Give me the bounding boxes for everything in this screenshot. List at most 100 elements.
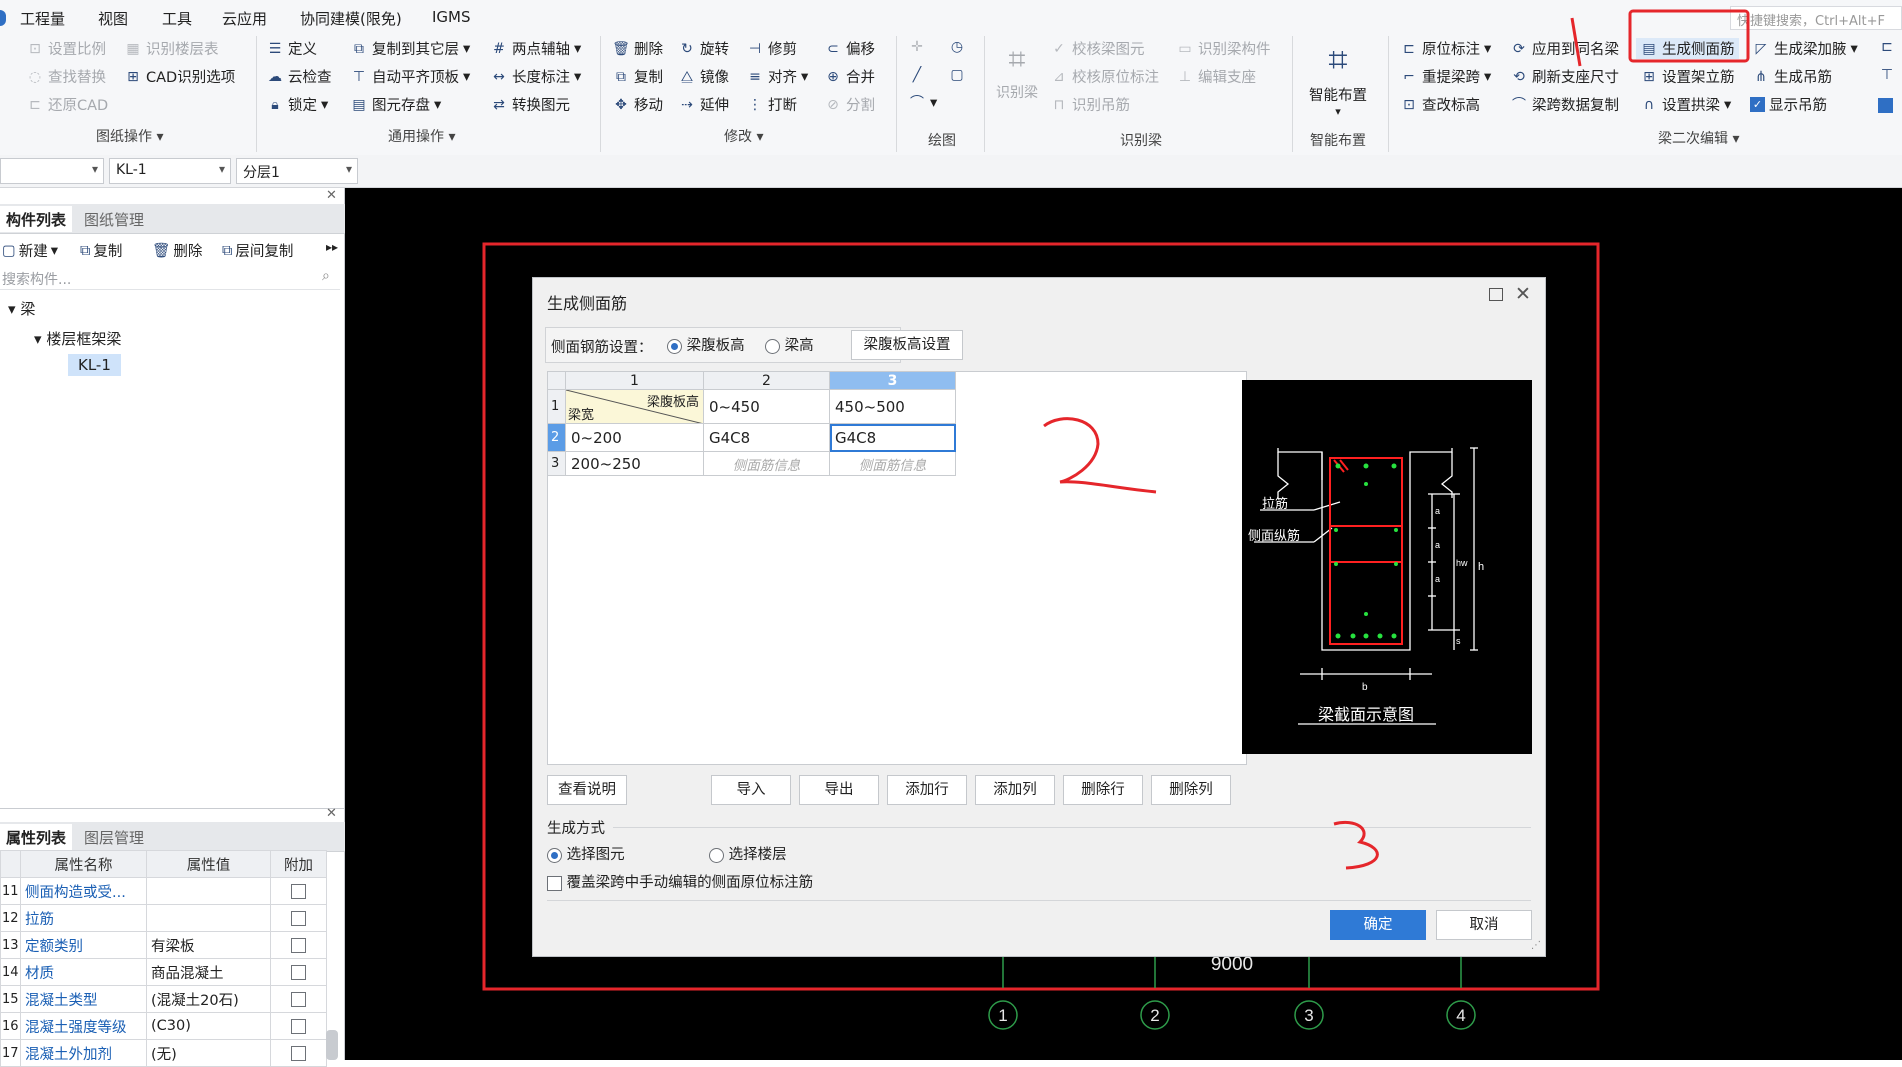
convert-element-button[interactable]: ⇄ 转换图元: [490, 94, 570, 115]
property-value[interactable]: 商品混凝土: [146, 958, 271, 986]
add-column-button[interactable]: 添加列: [975, 775, 1055, 805]
width-range-cell[interactable]: 200~250: [565, 451, 704, 476]
set-erection-rebar-button[interactable]: ⊞ 设置架立筋: [1640, 66, 1734, 87]
menu-quantity[interactable]: 工程量: [20, 8, 65, 29]
set-scale-button[interactable]: ⊡ 设置比例: [26, 38, 106, 59]
save-element-button[interactable]: ▤ 图元存盘 ▾: [350, 94, 441, 115]
circle-tool[interactable]: ◷: [948, 38, 966, 56]
property-scrollbar[interactable]: [326, 1030, 338, 1060]
resize-grip-icon[interactable]: ⋰: [1531, 940, 1541, 951]
property-value[interactable]: [146, 877, 271, 905]
two-point-axis-button[interactable]: # 两点辅轴 ▾: [490, 38, 581, 59]
menu-cloud[interactable]: 云应用: [222, 8, 267, 29]
tab-property-list[interactable]: 属性列表: [0, 824, 73, 850]
overflow-checkbox[interactable]: [1878, 98, 1893, 113]
tab-drawing-manage[interactable]: 图纸管理: [78, 206, 150, 232]
lock-button[interactable]: 🔒︎ 锁定 ▾: [266, 94, 328, 115]
radio-web-height[interactable]: 梁腹板高: [667, 334, 745, 355]
find-replace-button[interactable]: ◌ 查找替换: [26, 66, 106, 87]
attach-checkbox[interactable]: [291, 937, 306, 953]
add-row-button[interactable]: 添加行: [887, 775, 967, 805]
property-value[interactable]: [146, 904, 271, 932]
delete-column-button[interactable]: 删除列: [1151, 775, 1231, 805]
rebar-cell[interactable]: G4C8: [703, 423, 830, 452]
in-situ-annotation-button[interactable]: ⊏ 原位标注 ▾: [1400, 38, 1491, 59]
merge-button[interactable]: ⊕ 合并: [824, 66, 875, 87]
table-row[interactable]: 13 定额类别 有梁板: [0, 931, 327, 959]
identify-beam-button[interactable]: ⌗ 识别梁: [994, 38, 1040, 102]
rebar-cell[interactable]: G4C8: [829, 423, 956, 452]
menu-collab[interactable]: 协同建模(限免): [300, 8, 402, 29]
overflow-tool-2[interactable]: ⊤: [1878, 66, 1896, 84]
attach-checkbox[interactable]: [291, 883, 306, 899]
rebar-cell[interactable]: 侧面筋信息: [703, 451, 830, 476]
identify-beam-member-button[interactable]: ▭ 识别梁构件: [1176, 38, 1270, 59]
span-data-copy-button[interactable]: ⌒ 梁跨数据复制: [1510, 94, 1619, 115]
copy-button[interactable]: ⧉ 复制: [612, 66, 663, 87]
menu-igms[interactable]: IGMS: [432, 8, 471, 26]
cad-options-button[interactable]: ⊞ CAD识别选项: [124, 66, 235, 87]
mirror-button[interactable]: ⧋ 镜像: [678, 66, 729, 87]
maximize-icon[interactable]: [1489, 288, 1503, 301]
app-icon[interactable]: [0, 10, 6, 26]
identify-floor-table-button[interactable]: ▦ 识别楼层表: [124, 38, 218, 59]
menu-tools[interactable]: 工具: [162, 8, 192, 29]
table-row[interactable]: 17 混凝土外加剂 (无): [0, 1039, 327, 1067]
attach-checkbox[interactable]: [291, 991, 306, 1007]
property-name[interactable]: 材质: [20, 958, 147, 986]
smart-layout-button[interactable]: ⌗ 智能布置 ▾: [1300, 36, 1376, 118]
attach-checkbox[interactable]: [291, 1045, 306, 1061]
rebar-cell[interactable]: 侧面筋信息: [829, 451, 956, 476]
show-hanger-checkbox[interactable]: ✓ 显示吊筋: [1750, 94, 1827, 115]
generate-side-rebar-button[interactable]: ▤ 生成侧面筋: [1636, 38, 1739, 59]
generate-haunch-button[interactable]: ◸ 生成梁加腋 ▾: [1752, 38, 1858, 59]
more-icon[interactable]: ▸▸: [326, 240, 338, 254]
table-row[interactable]: 12 拉筋: [0, 904, 327, 932]
arch-beam-button[interactable]: ∩ 设置拱梁 ▾: [1640, 94, 1731, 115]
property-value[interactable]: (C30): [146, 1012, 271, 1040]
property-name[interactable]: 定额类别: [20, 931, 147, 959]
delete-button[interactable]: 🗑︎ 删除: [612, 38, 663, 59]
radio-select-element[interactable]: 选择图元: [547, 843, 625, 864]
tab-layer-manage[interactable]: 图层管理: [78, 824, 150, 850]
generate-hanger-button[interactable]: ⋔ 生成吊筋: [1752, 66, 1832, 87]
copy-component-button[interactable]: ⧉ 复制: [80, 240, 122, 261]
check-annotation-button[interactable]: ⊿ 校核原位标注: [1050, 66, 1159, 87]
property-name[interactable]: 侧面构造或受...: [20, 877, 147, 905]
attach-checkbox[interactable]: [291, 964, 306, 980]
line-tool[interactable]: ╱: [908, 66, 926, 84]
copy-between-floors-button[interactable]: ⧉ 层间复制: [222, 240, 293, 261]
table-row[interactable]: 15 混凝土类型 (混凝土20石): [0, 985, 327, 1013]
table-row[interactable]: 16 混凝土强度等级 (C30): [0, 1012, 327, 1040]
tab-component-list[interactable]: 构件列表: [0, 206, 73, 232]
move-button[interactable]: ✥ 移动: [612, 94, 663, 115]
attach-checkbox[interactable]: [291, 1018, 306, 1034]
close-icon[interactable]: ✕: [326, 806, 337, 821]
layer-combo[interactable]: 分层1: [236, 158, 358, 184]
rebar-cell[interactable]: 0~450: [703, 389, 830, 424]
export-button[interactable]: 导出: [799, 775, 879, 805]
member-combo[interactable]: KL-1: [109, 158, 231, 184]
elevation-button[interactable]: ⊡ 查改标高: [1400, 94, 1480, 115]
auto-align-top-button[interactable]: ⊤ 自动平齐顶板 ▾: [350, 66, 470, 87]
property-value[interactable]: 有梁板: [146, 931, 271, 959]
table-row[interactable]: 14 材质 商品混凝土: [0, 958, 327, 986]
restore-cad-button[interactable]: ⊏ 还原CAD: [26, 94, 108, 115]
property-name[interactable]: 混凝土类型: [20, 985, 147, 1013]
refresh-support-button[interactable]: ⟲ 刷新支座尺寸: [1510, 66, 1619, 87]
apply-same-beam-button[interactable]: ⟳ 应用到同名梁: [1510, 38, 1619, 59]
length-dim-button[interactable]: ↔ 长度标注 ▾: [490, 66, 581, 87]
cancel-button[interactable]: 取消: [1436, 910, 1532, 940]
identify-hanger-button[interactable]: ⊓ 识别吊筋: [1050, 94, 1130, 115]
radio-select-floor[interactable]: 选择楼层: [709, 843, 787, 864]
close-icon[interactable]: ✕: [1515, 283, 1531, 305]
property-value[interactable]: (混凝土20石): [146, 985, 271, 1013]
web-height-setting-button[interactable]: 梁腹板高设置: [851, 330, 963, 360]
rect-tool[interactable]: ▢: [948, 66, 966, 84]
property-name[interactable]: 混凝土外加剂: [20, 1039, 147, 1067]
table-row[interactable]: 3 200~250 侧面筋信息 侧面筋信息: [547, 451, 956, 476]
break-button[interactable]: ⋮ 打断: [746, 94, 797, 115]
align-button[interactable]: ≡ 对齐 ▾: [746, 66, 808, 87]
property-value[interactable]: (无): [146, 1039, 271, 1067]
extend-button[interactable]: ⇢ 延伸: [678, 94, 729, 115]
